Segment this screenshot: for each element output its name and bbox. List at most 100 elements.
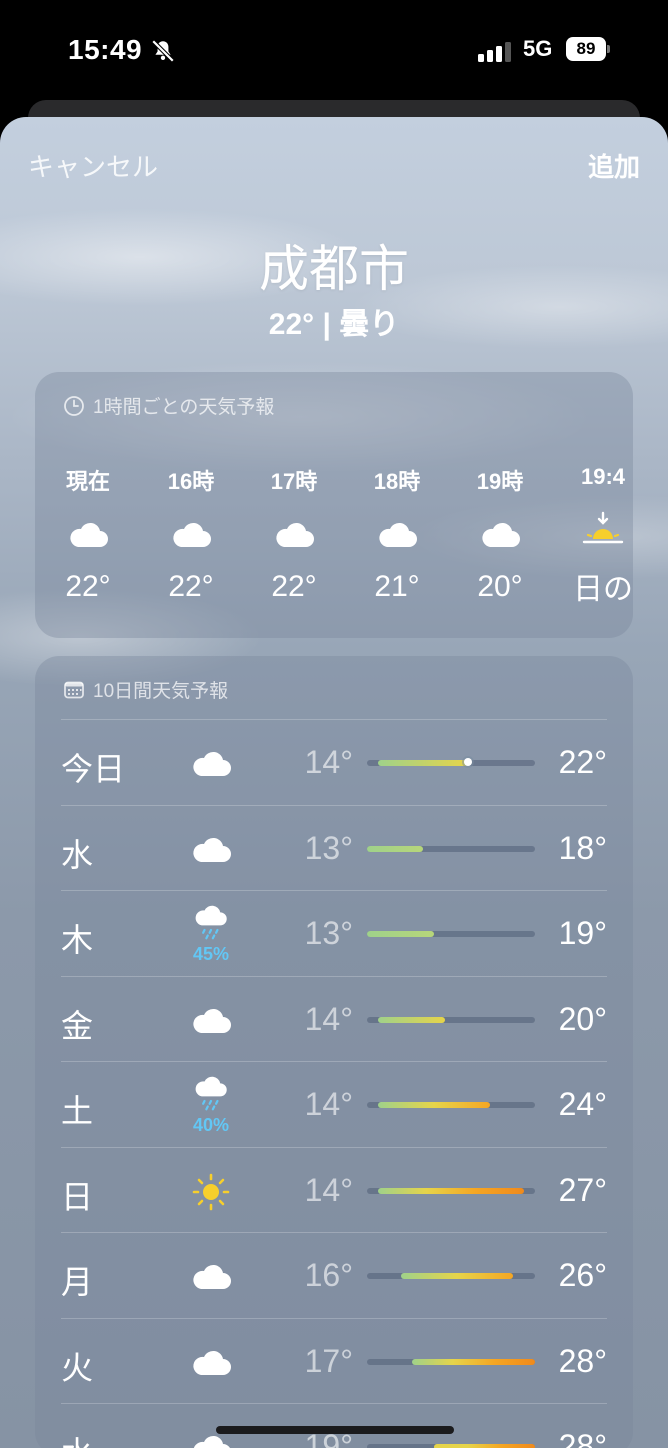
cloud-icon — [181, 1333, 241, 1393]
clock-icon — [64, 395, 84, 416]
low-temp: 13° — [304, 915, 353, 951]
hour-temp: 22° — [65, 570, 111, 603]
temp-range-bar — [367, 845, 535, 852]
network-type: 5G — [523, 36, 553, 61]
low-temp: 13° — [304, 829, 353, 866]
add-button[interactable]: 追加 — [588, 147, 640, 184]
daily-row[interactable]: 日 14° 27° — [61, 1146, 607, 1233]
weather-sheet: キャンセル 追加 成都市 22° | 曇り 1時間ごとの天気予報 現在 22° 16… — [0, 117, 668, 1448]
daily-row[interactable]: 月 16° 26° — [61, 1232, 607, 1318]
status-bar: 15:49 5G 89 — [0, 0, 668, 100]
silent-bell-icon — [151, 39, 175, 63]
hour-temp: 22° — [271, 570, 317, 603]
hourly-item: 19時 20° — [455, 464, 545, 604]
daily-forecast-header: 10日間天気予報 — [63, 676, 228, 703]
cloud-icon — [352, 518, 442, 552]
temp-range-fill — [411, 1358, 535, 1365]
day-label: 土 — [61, 1093, 94, 1129]
high-temp: 20° — [558, 1000, 607, 1037]
rain-cloud-icon: 40% — [181, 1076, 241, 1136]
hourly-item: 現在 22° — [43, 464, 133, 604]
temp-range-bar — [367, 1016, 535, 1023]
low-temp: 14° — [304, 1086, 353, 1122]
temp-range-fill — [378, 760, 468, 766]
daily-row[interactable]: 木 45% 13° 19° — [61, 890, 607, 976]
hourly-item: 16時 22° — [146, 464, 236, 604]
daily-forecast-card[interactable]: 10日間天気予報 今日 14° 22° 水 13° 18° 木 45% 13° 19° 金 14° 20… — [35, 656, 633, 1448]
hour-label: 19:4 — [580, 464, 626, 489]
high-temp: 19° — [558, 915, 607, 951]
hour-label: 18時 — [373, 469, 421, 494]
calendar-icon — [64, 681, 84, 698]
temp-range-bar — [367, 1102, 535, 1108]
cloud-icon — [146, 518, 236, 552]
hour-temp: 20° — [477, 570, 523, 603]
hour-label: 16時 — [167, 469, 215, 494]
temp-range-bar — [367, 758, 535, 766]
hour-label: 現在 — [65, 469, 110, 494]
temp-range-bar — [367, 1187, 535, 1194]
low-temp: 14° — [304, 1171, 353, 1208]
daily-row[interactable]: 火 17° 28° — [61, 1317, 607, 1404]
hour-label: 19時 — [476, 469, 524, 494]
city-name: 成都市 — [259, 241, 409, 297]
high-temp: 26° — [558, 1257, 607, 1293]
cloud-icon — [249, 518, 339, 552]
temp-range-fill — [378, 1102, 491, 1108]
temp-range-bar — [367, 1358, 535, 1365]
current-conditions: 22° | 曇り — [268, 308, 400, 341]
low-temp: 17° — [304, 1342, 353, 1379]
high-temp: 22° — [558, 744, 607, 780]
cloud-icon — [43, 518, 133, 552]
sunset-icon — [558, 511, 633, 546]
hourly-forecast-title: 1時間ごとの天気予報 — [93, 397, 275, 418]
hourly-item: 18時 21° — [352, 464, 442, 604]
cloud-icon — [181, 820, 241, 880]
temp-range-fill — [378, 1187, 524, 1194]
hourly-forecast-header: 1時間ごとの天気予報 — [63, 392, 274, 419]
cloud-icon — [181, 1247, 241, 1307]
low-temp: 16° — [304, 1257, 353, 1293]
temp-range-bar — [367, 931, 535, 937]
hourly-item: 19:4 日の — [558, 464, 633, 608]
precip-chance: 45% — [192, 944, 230, 964]
day-label: 木 — [61, 922, 94, 958]
low-temp: 14° — [304, 744, 353, 780]
temp-range-fill — [400, 1273, 513, 1279]
precip-chance: 40% — [192, 1115, 230, 1135]
battery-level: 89 — [566, 37, 606, 61]
signal-icon — [478, 42, 511, 62]
temp-range-fill — [367, 931, 435, 937]
high-temp: 28° — [558, 1428, 607, 1448]
day-label: 今日 — [61, 751, 126, 787]
low-temp: 14° — [304, 1000, 353, 1037]
cloud-icon — [181, 734, 241, 794]
day-label: 金 — [61, 1007, 94, 1044]
hourly-forecast-card[interactable]: 1時間ごとの天気予報 現在 22° 16時 22° 17時 22° 18時 21° 19時 20°… — [35, 372, 633, 638]
daily-row[interactable]: 金 14° 20° — [61, 975, 607, 1062]
daily-row[interactable]: 土 40% 14° 24° — [61, 1061, 607, 1147]
hour-temp: 21° — [374, 570, 420, 603]
daily-row[interactable]: 水 13° 18° — [61, 804, 607, 891]
temp-range-bar — [367, 1273, 535, 1279]
cancel-button[interactable]: キャンセル — [28, 147, 158, 184]
temp-range-fill — [434, 1444, 535, 1448]
day-label: 日 — [61, 1178, 94, 1215]
daily-row[interactable]: 今日 14° 22° — [61, 719, 607, 805]
day-label: 水 — [61, 836, 94, 873]
temp-range-fill — [378, 1016, 446, 1023]
cloud-icon — [455, 518, 545, 552]
day-label: 月 — [61, 1264, 94, 1300]
hour-temp: 22° — [168, 570, 214, 603]
rain-cloud-icon: 45% — [181, 905, 241, 965]
hourly-item: 17時 22° — [249, 464, 339, 604]
high-temp: 27° — [558, 1171, 607, 1208]
temp-range-fill — [367, 845, 423, 852]
temp-range-bar — [367, 1444, 535, 1448]
current-temp-marker — [463, 758, 472, 766]
home-indicator[interactable] — [216, 1426, 454, 1434]
day-label: 水 — [61, 1428, 93, 1448]
high-temp: 18° — [558, 829, 607, 866]
sun-icon — [181, 1162, 241, 1222]
hour-label: 17時 — [270, 469, 318, 494]
